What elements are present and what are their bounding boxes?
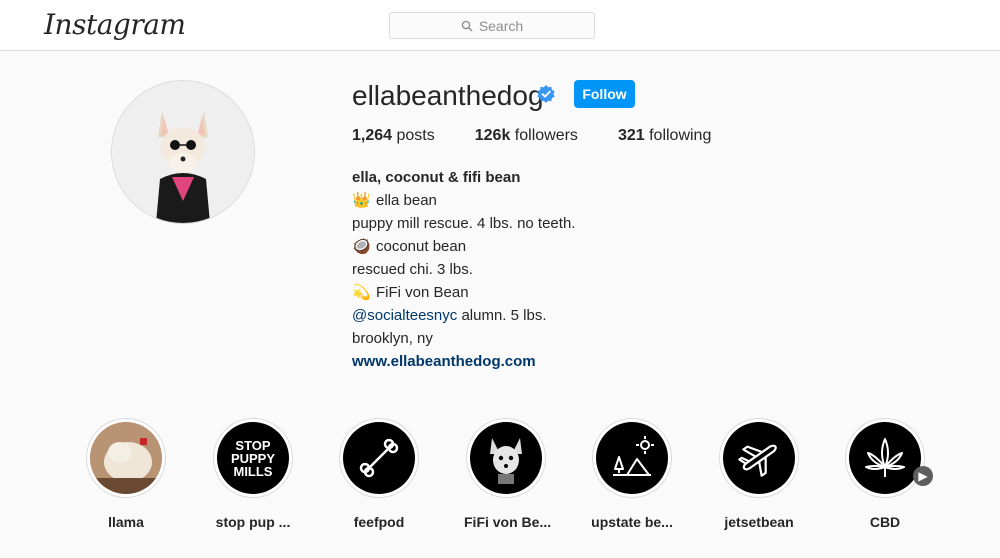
mountain-tree-icon: [613, 436, 654, 476]
highlight-ring: [466, 418, 546, 498]
bio-text: coconut bean: [376, 238, 467, 255]
highlight-cover: [596, 422, 668, 494]
highlight-label: stop pup ...: [215, 514, 291, 530]
highlight-label: upstate be...: [591, 514, 673, 530]
search-icon: [461, 20, 473, 31]
highlight-label: jetsetbean: [724, 514, 794, 530]
following-stat[interactable]: 321 following: [618, 127, 711, 145]
following-count: 321: [617, 127, 645, 144]
highlight-label: llama: [108, 514, 144, 530]
bio-line: 🥥 coconut bean: [352, 235, 575, 258]
highlight-upstate-bean[interactable]: upstate be...: [590, 418, 674, 530]
stop-puppy-mills-text: STOP PUPPY MILLS: [231, 439, 275, 478]
highlight-ring: [592, 418, 672, 498]
story-highlights: llama STOP PUPPY MILLS stop pup ... feef…: [84, 418, 934, 538]
dog-face-photo: [490, 438, 522, 484]
highlight-cover: [343, 422, 415, 494]
llama-photo: [90, 422, 162, 494]
highlight-label: CBD: [869, 514, 901, 530]
instagram-logo[interactable]: Instagram: [44, 8, 186, 41]
bio-text: alumn. 5 lbs.: [457, 307, 547, 324]
search-input[interactable]: Search: [389, 12, 595, 39]
verified-badge-icon: [537, 85, 555, 103]
highlights-next-arrow-icon[interactable]: ▶: [913, 466, 933, 486]
following-label: following: [649, 127, 712, 144]
highlight-cover: [90, 422, 162, 494]
website-link[interactable]: www.ellabeanthedog.com: [352, 350, 575, 373]
bio-line: 👑 ella bean: [352, 189, 575, 212]
leaf-icon: [865, 438, 905, 477]
bio-location: brooklyn, ny: [352, 330, 433, 347]
mention-link[interactable]: @socialteesnyc: [352, 307, 457, 324]
bio-text: FiFi von Bean: [376, 284, 469, 301]
bio-line: puppy mill rescue. 4 lbs. no teeth.: [352, 215, 576, 232]
highlight-cover: [470, 422, 542, 494]
coconut-emoji-icon: 🥥: [352, 238, 371, 255]
highlight-jetsetbean[interactable]: jetsetbean: [717, 418, 801, 530]
crown-emoji-icon: 👑: [352, 192, 371, 209]
bone-icon: [359, 438, 399, 478]
followers-count: 126k: [474, 127, 511, 144]
posts-label: posts: [396, 127, 435, 144]
highlight-label: FiFi von Be...: [464, 514, 552, 530]
bio-text: ella bean: [376, 192, 437, 209]
highlight-ring: [719, 418, 799, 498]
highlight-ring: [86, 418, 166, 498]
profile-bio: ella, coconut & fifi bean 👑 ella bean pup…: [352, 166, 575, 373]
highlight-cover: [723, 422, 795, 494]
bio-line: @socialteesnyc alumn. 5 lbs.: [352, 304, 575, 327]
follow-button[interactable]: Follow: [574, 80, 635, 108]
posts-count: 1,264: [352, 127, 393, 144]
bio-line: rescued chi. 3 lbs.: [352, 261, 473, 278]
highlight-llama[interactable]: llama: [84, 418, 168, 530]
followers-label: followers: [514, 127, 578, 144]
profile-stats: 1,264 posts 126k followers 321 following: [352, 127, 751, 145]
highlight-label: feefpod: [353, 514, 405, 530]
search-placeholder: Search: [478, 17, 524, 34]
posts-stat: 1,264 posts: [352, 127, 435, 145]
dizzy-emoji-icon: 💫: [352, 284, 371, 301]
cover-text-line: PUPPY: [230, 450, 276, 466]
followers-stat[interactable]: 126k followers: [475, 127, 578, 145]
top-navigation-bar: Instagram Search: [0, 0, 1000, 51]
cover-text-line: STOP: [235, 437, 271, 453]
highlight-cover: STOP PUPPY MILLS: [217, 422, 289, 494]
profile-username: ellabeanthedog: [352, 80, 544, 111]
highlight-fifi-von-bean[interactable]: FiFi von Be...: [464, 418, 552, 530]
airplane-icon: [738, 444, 777, 477]
highlight-ring: STOP PUPPY MILLS: [213, 418, 293, 498]
highlight-ring: [339, 418, 419, 498]
cover-text-line: MILLS: [233, 463, 273, 479]
profile-avatar[interactable]: [111, 80, 255, 224]
highlight-stop-puppy-mills[interactable]: STOP PUPPY MILLS stop pup ...: [211, 418, 295, 530]
highlight-cover: [849, 422, 921, 494]
bio-line: 💫 FiFi von Bean: [352, 281, 575, 304]
dog-photo: [112, 81, 254, 223]
highlight-feefpod[interactable]: feefpod: [337, 418, 421, 530]
highlight-ring: [845, 418, 925, 498]
profile-full-name: ella, coconut & fifi bean: [352, 169, 521, 186]
